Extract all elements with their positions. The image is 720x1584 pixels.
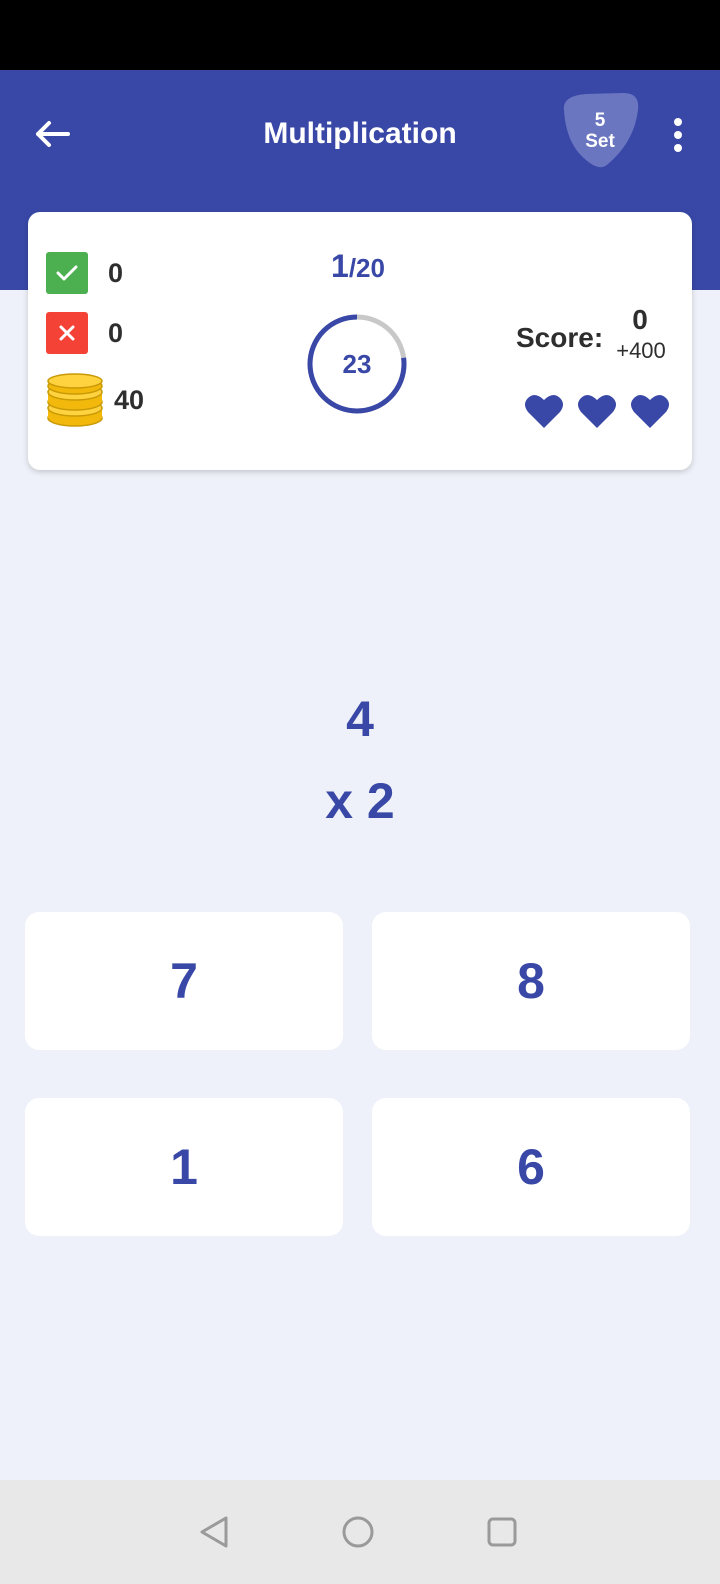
score-value: 0 — [632, 304, 648, 335]
countdown-timer: 23 — [305, 312, 409, 416]
heart-icon — [631, 394, 669, 428]
question-operand-top: 4 — [346, 691, 374, 747]
score-label: Score: — [516, 322, 604, 353]
check-icon — [46, 252, 88, 294]
coins-stat: 40 — [46, 372, 144, 428]
coin-stack-icon — [47, 373, 103, 427]
answer-button-4[interactable]: 6 — [372, 1098, 690, 1236]
close-icon — [46, 312, 88, 354]
lives — [524, 392, 670, 436]
score-bonus: +400 — [616, 338, 666, 363]
back-button[interactable] — [30, 112, 74, 156]
wrong-count: 0 — [108, 317, 124, 348]
stats-card: 0 0 40 1/20 23 Score: 0 +400 — [28, 212, 692, 470]
question-operand-bottom: x 2 — [325, 773, 395, 829]
timer-value: 23 — [342, 348, 372, 379]
coins-count: 40 — [114, 384, 145, 415]
heart-icon — [578, 394, 616, 428]
nav-recents-button[interactable] — [480, 1510, 524, 1554]
correct-stat: 0 — [46, 252, 123, 294]
heart-icon — [525, 394, 563, 428]
correct-count: 0 — [108, 257, 124, 288]
answer-button-1[interactable]: 7 — [25, 912, 343, 1050]
set-badge[interactable]: 5 Set — [556, 92, 644, 170]
arrow-left-icon — [36, 121, 70, 147]
more-vert-icon — [674, 118, 682, 152]
wrong-stat: 0 — [46, 312, 123, 354]
page-title: Multiplication — [263, 117, 457, 150]
progress-current: 1 — [331, 248, 349, 284]
status-bar — [0, 0, 720, 70]
circle-home-icon — [342, 1516, 374, 1548]
more-options-button[interactable] — [660, 110, 696, 160]
progress-total: /20 — [348, 253, 385, 283]
set-number: 5 — [594, 110, 606, 131]
question-progress: 1/20 — [278, 248, 438, 285]
answer-button-3[interactable]: 1 — [25, 1098, 343, 1236]
square-recents-icon — [487, 1517, 517, 1547]
nav-home-button[interactable] — [336, 1510, 380, 1554]
system-nav-bar — [0, 1480, 720, 1584]
nav-back-button[interactable] — [192, 1510, 236, 1554]
answer-button-2[interactable]: 8 — [372, 912, 690, 1050]
set-label: Set — [585, 131, 615, 152]
triangle-back-icon — [200, 1516, 228, 1548]
